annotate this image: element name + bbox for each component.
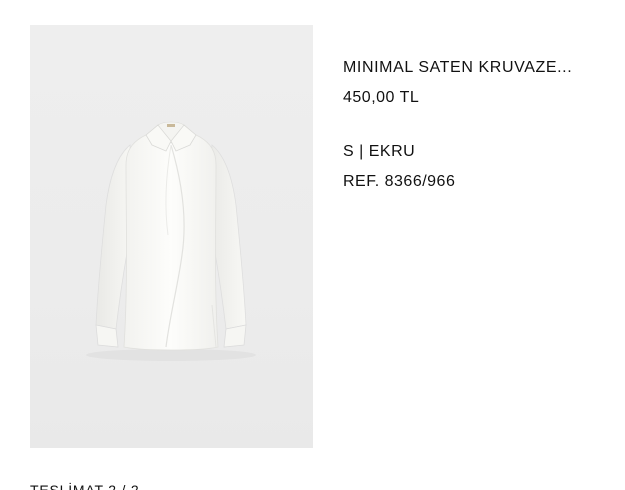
product-info: MINIMAL SATEN KRUVAZE... 450,00 TL S | E…	[343, 58, 613, 192]
product-image[interactable]	[30, 25, 313, 448]
shirt-illustration	[86, 121, 256, 361]
delivery-section-title: TESLİMAT 2 / 2	[30, 482, 140, 490]
order-item-page: MINIMAL SATEN KRUVAZE... 450,00 TL S | E…	[0, 0, 625, 490]
product-name[interactable]: MINIMAL SATEN KRUVAZE...	[343, 58, 613, 78]
product-reference: REF. 8366/966	[343, 173, 456, 190]
product-variant: S | EKRU	[343, 143, 416, 160]
product-price: 450,00 TL	[343, 89, 420, 106]
